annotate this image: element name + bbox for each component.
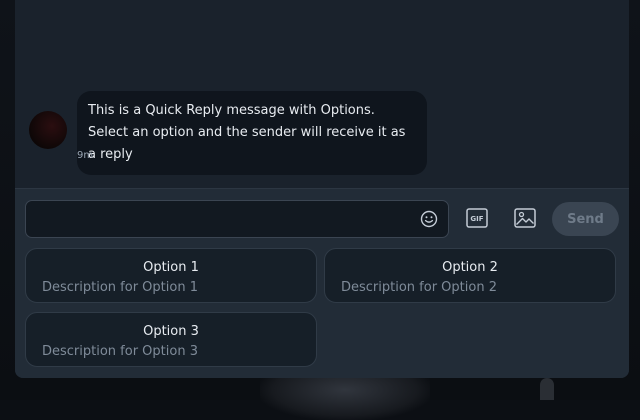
option-title: Option 3: [143, 324, 199, 339]
option-title: Option 1: [143, 260, 199, 275]
quick-reply-options: Option 1 Description for Option 1 Option…: [25, 248, 619, 370]
chat-panel: This is a Quick Reply message with Optio…: [15, 0, 629, 378]
composer: GIF Send Option 1 Description for Option…: [15, 188, 629, 378]
quick-reply-option-2[interactable]: Option 2 Description for Option 2: [324, 248, 616, 303]
background-lamp: [540, 378, 554, 400]
option-description: Description for Option 2: [341, 280, 497, 295]
send-button[interactable]: Send: [552, 202, 619, 236]
option-description: Description for Option 3: [42, 344, 198, 359]
gif-button[interactable]: GIF: [465, 206, 489, 230]
image-button[interactable]: [513, 206, 537, 230]
option-title: Option 2: [442, 260, 498, 275]
option-description: Description for Option 1: [42, 280, 198, 295]
message-input[interactable]: [25, 200, 449, 238]
image-icon: [514, 208, 536, 228]
gif-icon-label: GIF: [470, 215, 483, 223]
message-bubble: This is a Quick Reply message with Optio…: [77, 91, 427, 175]
gif-icon: GIF: [466, 208, 488, 228]
message-text: This is a Quick Reply message with Optio…: [88, 103, 406, 162]
quick-reply-option-3[interactable]: Option 3 Description for Option 3: [25, 312, 317, 367]
emoji-icon[interactable]: [420, 210, 438, 228]
quick-reply-option-1[interactable]: Option 1 Description for Option 1: [25, 248, 317, 303]
sender-avatar: [29, 111, 67, 149]
message-timestamp: 9m: [77, 150, 94, 161]
message-list[interactable]: This is a Quick Reply message with Optio…: [15, 0, 629, 188]
